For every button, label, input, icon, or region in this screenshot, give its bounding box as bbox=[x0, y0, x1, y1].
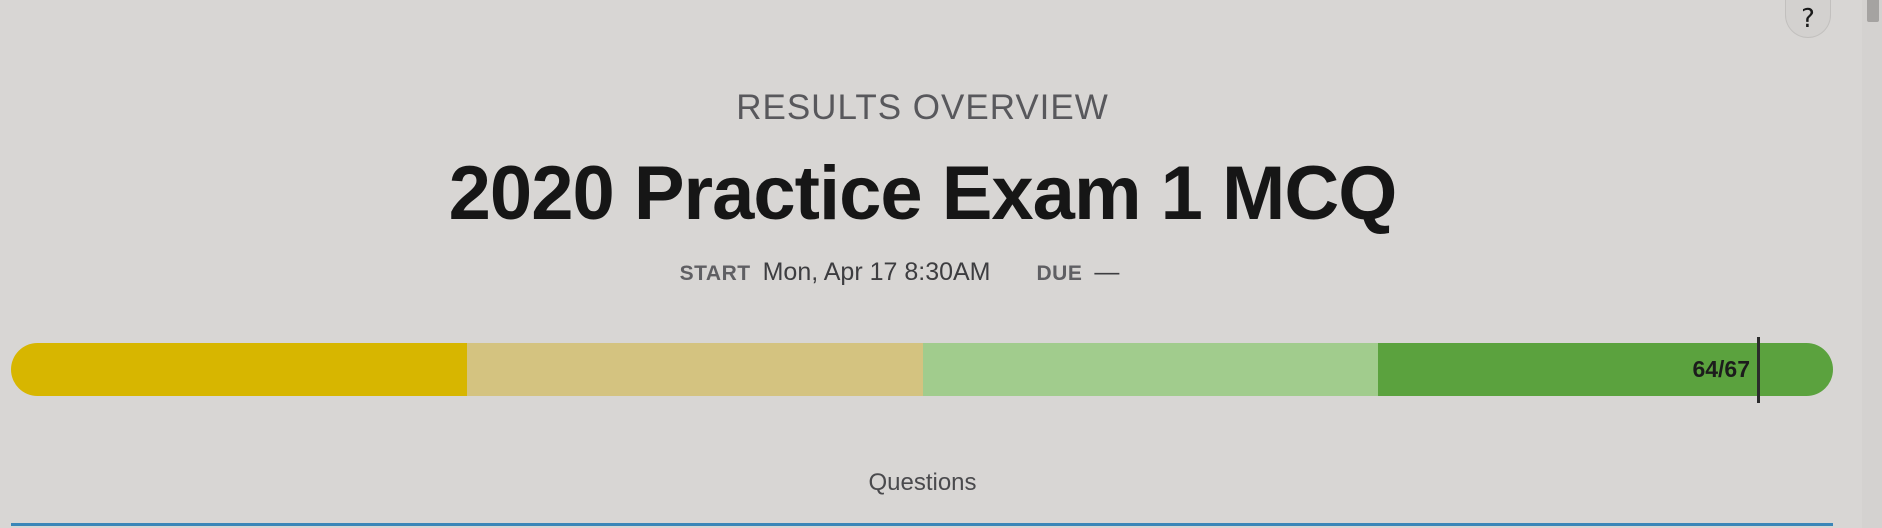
main-content: ? RESULTS OVERVIEW 2020 Practice Exam 1 … bbox=[0, 0, 1845, 528]
progress-segment-3 bbox=[923, 343, 1378, 396]
due-value: — bbox=[1094, 258, 1120, 286]
tab-questions[interactable]: Questions bbox=[0, 469, 1845, 497]
progress-segment-2 bbox=[467, 343, 923, 396]
help-button[interactable]: ? bbox=[1785, 0, 1831, 38]
tab-underline bbox=[11, 523, 1833, 526]
score-label: 64/67 bbox=[1692, 356, 1750, 382]
due-label: DUE bbox=[1036, 262, 1083, 285]
page-overline: RESULTS OVERVIEW bbox=[736, 88, 1109, 127]
assignment-dates: START Mon, Apr 17 8:30AM DUE — bbox=[0, 258, 1845, 287]
page-title: 2020 Practice Exam 1 MCQ bbox=[448, 151, 1398, 236]
scrollbar[interactable] bbox=[1862, 0, 1882, 528]
score-progress-bar bbox=[11, 343, 1833, 396]
progress-segment-4 bbox=[1378, 343, 1833, 396]
progress-segment-1 bbox=[11, 343, 467, 396]
start-label: START bbox=[679, 262, 751, 285]
scrollbar-thumb[interactable] bbox=[1867, 0, 1879, 22]
results-overview-page: ? RESULTS OVERVIEW 2020 Practice Exam 1 … bbox=[0, 0, 1882, 528]
start-value: Mon, Apr 17 8:30AM bbox=[762, 258, 991, 286]
help-icon: ? bbox=[1801, 3, 1815, 34]
score-marker bbox=[1757, 337, 1760, 403]
